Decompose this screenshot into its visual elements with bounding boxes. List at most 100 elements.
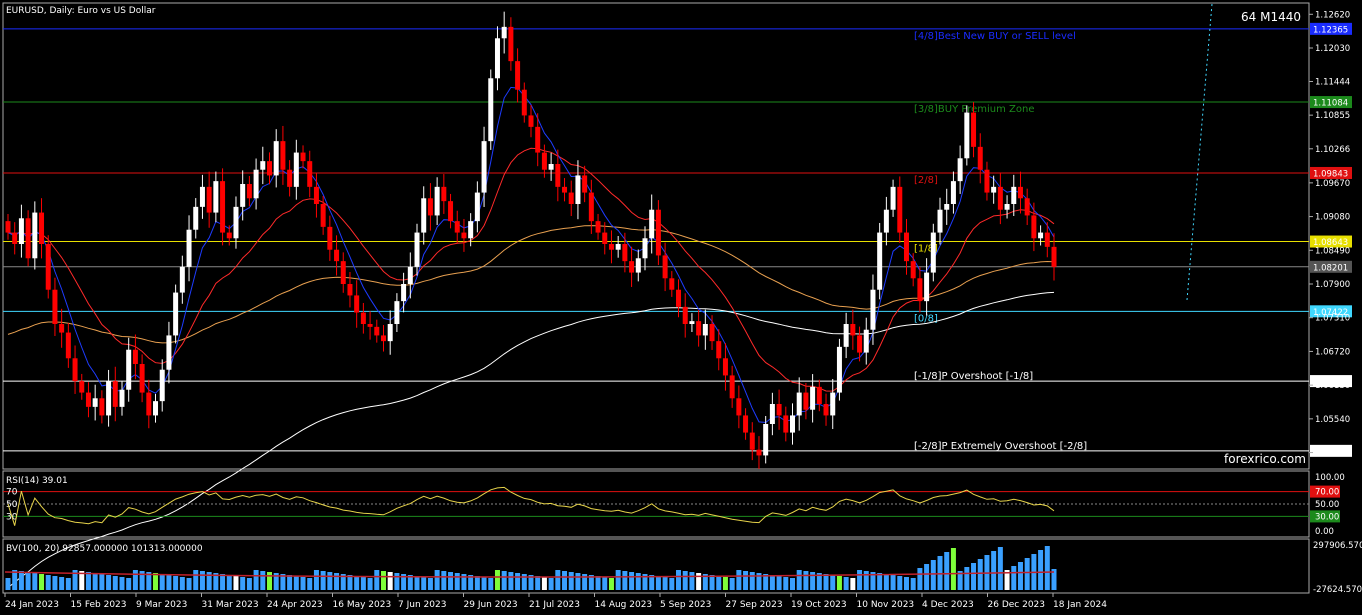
- candle-body: [917, 278, 923, 302]
- volume-bar: [5, 578, 11, 590]
- candle-body: [897, 186, 903, 233]
- price-tick-label: 1.11444: [1315, 77, 1350, 87]
- date-label: 18 Jan 2024: [1053, 600, 1107, 610]
- volume-bar: [776, 576, 782, 590]
- price-tick-label: 1.06130: [1315, 381, 1350, 391]
- volume-bar: [736, 570, 742, 590]
- candle-body: [649, 209, 655, 239]
- volume-bar: [448, 572, 454, 590]
- volume-bar: [240, 577, 246, 590]
- volume-bar: [696, 573, 702, 590]
- candle-body: [119, 389, 125, 407]
- candle-body: [25, 218, 31, 259]
- candle-body: [944, 204, 950, 210]
- volume-bar: [293, 576, 299, 590]
- candle-body: [320, 204, 326, 227]
- volume-bar: [555, 570, 561, 590]
- candle-body: [260, 161, 266, 170]
- volume-bar: [434, 570, 440, 590]
- candle-body: [1044, 232, 1050, 247]
- candle-body: [220, 181, 226, 233]
- date-label: 9 Mar 2023: [136, 600, 187, 610]
- volume-bar: [132, 570, 138, 590]
- candle-body: [186, 229, 192, 267]
- price-tag-text: 1.11084: [1313, 99, 1348, 109]
- candle-body: [655, 209, 661, 256]
- volume-bar: [655, 576, 661, 590]
- candle-body: [246, 184, 252, 199]
- volume-bar: [1017, 562, 1023, 590]
- watermark: forexrico.com: [1224, 452, 1306, 466]
- candle-body: [903, 232, 909, 262]
- candle-body: [930, 232, 936, 273]
- candle-body: [72, 358, 78, 382]
- volume-bar: [548, 578, 554, 590]
- volume-bar: [515, 573, 521, 590]
- candle-body: [421, 198, 427, 233]
- volume-bar: [823, 574, 829, 590]
- candle-body: [521, 89, 527, 116]
- candle-body: [112, 381, 118, 407]
- candle-body: [92, 398, 98, 407]
- volume-bar: [850, 578, 856, 590]
- volume-bar: [59, 577, 65, 590]
- volume-bar: [153, 573, 159, 590]
- candle-body: [689, 321, 695, 324]
- candle-body: [890, 186, 896, 210]
- price-tag-text: 1.12365: [1313, 25, 1348, 35]
- volume-bar: [783, 577, 789, 590]
- volume-bar: [179, 577, 185, 590]
- date-label: 27 Sep 2023: [726, 600, 783, 610]
- candle-body: [1017, 186, 1023, 199]
- volume-bar: [897, 576, 903, 590]
- candle-body: [756, 449, 762, 456]
- volume-bar: [689, 572, 695, 590]
- candle-body: [602, 232, 608, 244]
- candle-body: [132, 349, 138, 364]
- candle-body: [608, 244, 614, 250]
- volume-bar: [106, 575, 112, 590]
- candle-body: [595, 221, 601, 233]
- price-tick-label: 1.07310: [1315, 314, 1350, 324]
- volume-label: BV(100, 20) 92857.000000 101313.000000: [6, 544, 203, 554]
- price-tick-label: 1.05540: [1315, 415, 1350, 425]
- volume-bar: [1011, 566, 1017, 590]
- candle-body: [790, 415, 795, 433]
- candle-body: [146, 392, 152, 416]
- candle-body: [193, 206, 199, 230]
- volume-bar: [92, 573, 98, 590]
- candle-body: [126, 349, 132, 390]
- volume-bar: [950, 548, 956, 590]
- candle-body: [12, 232, 18, 244]
- volume-bar: [65, 578, 71, 590]
- volume-bar: [1024, 558, 1030, 590]
- volume-bar: [977, 559, 983, 590]
- candle-body: [39, 212, 45, 244]
- date-label: 31 Mar 2023: [202, 600, 259, 610]
- candle-body: [240, 184, 246, 207]
- candle-body: [1024, 198, 1030, 216]
- volume-bar: [796, 570, 802, 590]
- volume-bar: [709, 575, 715, 590]
- candle-body: [334, 249, 340, 262]
- volume-bar: [1044, 546, 1050, 590]
- rsi-axis-label: 100.00: [1315, 473, 1345, 483]
- candle-body: [253, 169, 259, 199]
- volume-bar: [226, 575, 232, 590]
- candle-body: [515, 61, 521, 90]
- candle-body: [588, 192, 594, 222]
- candle-body: [883, 209, 889, 233]
- candle-body: [474, 192, 480, 222]
- volume-bar: [575, 573, 581, 590]
- candle-body: [427, 198, 433, 216]
- candle-body: [401, 284, 407, 302]
- volume-bar: [287, 575, 293, 590]
- candle-body: [877, 232, 883, 290]
- volume-bar: [722, 577, 728, 590]
- candle-body: [783, 415, 789, 433]
- volume-bar: [39, 574, 45, 590]
- volume-bar: [199, 571, 205, 590]
- volume-bar: [380, 571, 386, 590]
- candle-body: [173, 292, 179, 336]
- candle-body: [32, 212, 38, 259]
